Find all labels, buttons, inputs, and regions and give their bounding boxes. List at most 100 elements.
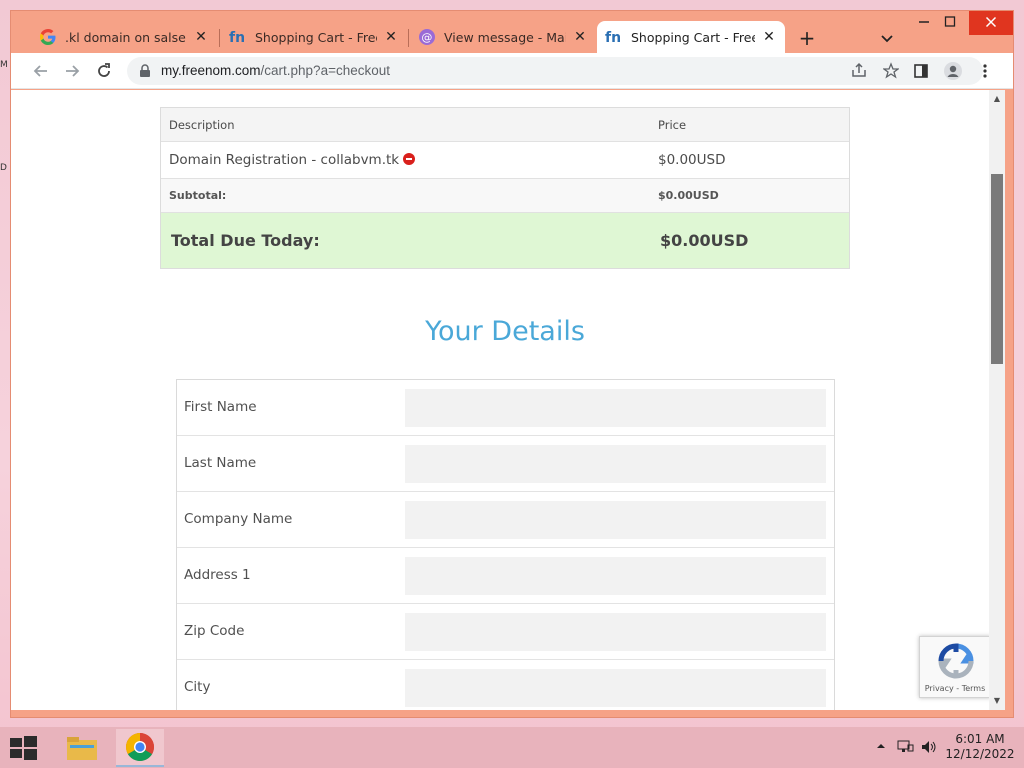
city-label: City <box>184 679 211 695</box>
taskbar-clock[interactable]: 6:01 AM 12/12/2022 <box>940 732 1020 762</box>
maximize-button[interactable] <box>933 11 967 35</box>
first-name-field[interactable] <box>405 389 826 427</box>
file-explorer-button[interactable] <box>58 729 106 767</box>
form-row-first-name: First Name <box>177 380 834 436</box>
recaptcha-privacy-terms[interactable]: Privacy - Terms <box>920 684 989 693</box>
tab-mailtm[interactable]: @ View message - Mail.tm ✕ <box>410 21 596 53</box>
close-tab-icon[interactable]: ✕ <box>761 29 777 45</box>
tab-strip: .kl domain on salse - Goo ✕ fn Shopping … <box>11 11 1013 53</box>
form-row-company-name: Company Name <box>177 492 834 548</box>
recaptcha-icon <box>938 643 974 679</box>
browser-toolbar: my.freenom.com/cart.php?a=checkout <box>11 53 1013 89</box>
last-name-field[interactable] <box>405 445 826 483</box>
table-header-row: Description Price <box>161 108 849 142</box>
close-tab-icon[interactable]: ✕ <box>572 29 588 45</box>
svg-text:fn: fn <box>605 30 621 46</box>
kebab-menu-icon <box>983 64 987 78</box>
item-description: Domain Registration - collabvm.tk <box>169 152 400 168</box>
tab-separator <box>408 29 409 47</box>
your-details-heading: Your Details <box>425 316 585 347</box>
close-tab-icon[interactable]: ✕ <box>193 29 209 45</box>
forward-button[interactable] <box>60 59 84 83</box>
share-icon <box>852 62 866 77</box>
total-value: $0.00USD <box>660 231 749 250</box>
side-panel-icon <box>914 64 928 78</box>
zip-code-label: Zip Code <box>184 623 245 639</box>
tab-freenom-cart-active[interactable]: fn Shopping Cart - Freenom ✕ <box>597 21 785 53</box>
address-bar[interactable]: my.freenom.com/cart.php?a=checkout <box>127 57 983 85</box>
address-1-field[interactable] <box>405 557 826 595</box>
tab-google-search[interactable]: .kl domain on salse - Goo ✕ <box>31 21 217 53</box>
folder-icon <box>67 737 97 760</box>
forward-arrow-icon <box>66 65 80 77</box>
desktop-edge-glyph: M <box>0 60 8 70</box>
reload-button[interactable] <box>92 59 116 83</box>
freenom-icon: fn <box>229 30 245 46</box>
tab-freenom-cart[interactable]: fn Shopping Cart - Freenom ✕ <box>221 21 407 53</box>
reload-icon <box>98 63 110 77</box>
column-header-description: Description <box>169 117 235 132</box>
url-text[interactable]: my.freenom.com/cart.php?a=checkout <box>161 63 390 78</box>
tab-separator <box>219 29 220 47</box>
cart-summary-table: Description Price Domain Registration - … <box>160 107 850 269</box>
close-tab-icon[interactable]: ✕ <box>383 29 399 45</box>
recaptcha-badge[interactable]: Privacy - Terms <box>919 636 989 698</box>
back-arrow-icon <box>33 65 47 77</box>
scroll-up-arrow-icon[interactable]: ▲ <box>989 92 1005 106</box>
new-tab-button[interactable]: + <box>795 27 819 51</box>
zip-code-field[interactable] <box>405 613 826 651</box>
windows-start-icon[interactable] <box>8 735 38 761</box>
form-row-zip-code: Zip Code <box>177 604 834 660</box>
clock-date: 12/12/2022 <box>945 747 1015 761</box>
taskbar: 6:01 AM 12/12/2022 <box>0 727 1024 768</box>
chrome-taskbar-button[interactable] <box>116 729 164 767</box>
company-name-field[interactable] <box>405 501 826 539</box>
subtotal-value: $0.00USD <box>658 189 719 202</box>
bookmark-button[interactable] <box>879 59 903 83</box>
close-window-button[interactable] <box>969 11 1013 35</box>
table-row: Domain Registration - collabvm.tk $0.00U… <box>161 142 849 179</box>
last-name-label: Last Name <box>184 455 257 471</box>
minimize-icon <box>919 21 929 23</box>
volume-icon[interactable] <box>920 739 938 758</box>
desktop-edge-glyph: D <box>0 163 7 173</box>
menu-button[interactable] <box>973 59 997 83</box>
share-button[interactable] <box>847 59 871 83</box>
form-row-last-name: Last Name <box>177 436 834 492</box>
form-row-address-1: Address 1 <box>177 548 834 604</box>
tab-title: Shopping Cart - Freenom <box>631 29 755 45</box>
chrome-icon <box>126 733 154 761</box>
form-row-city: City <box>177 660 834 710</box>
maximize-icon <box>944 16 956 27</box>
city-field[interactable] <box>405 669 826 707</box>
clock-time: 6:01 AM <box>955 732 1005 746</box>
remove-item-icon[interactable] <box>403 153 416 165</box>
google-icon <box>40 29 56 45</box>
page-scrollbar[interactable]: ▲ ▼ <box>989 90 1005 710</box>
total-label: Total Due Today: <box>171 231 320 250</box>
avatar-icon <box>944 62 962 80</box>
address-1-label: Address 1 <box>184 567 251 583</box>
close-icon <box>985 16 997 28</box>
svg-text:fn: fn <box>229 30 245 46</box>
item-description-cell: Domain Registration - collabvm.tk <box>161 152 658 168</box>
item-price: $0.00USD <box>658 152 726 168</box>
star-icon <box>882 62 900 79</box>
page-viewport: Description Price Domain Registration - … <box>11 90 989 710</box>
lock-icon[interactable] <box>139 64 151 78</box>
column-header-price: Price <box>658 117 687 132</box>
side-panel-button[interactable] <box>909 59 933 83</box>
chevron-down-icon <box>881 35 893 43</box>
first-name-label: First Name <box>184 399 257 415</box>
details-form: First Name Last Name Company Name Addres… <box>176 379 835 710</box>
total-row: Total Due Today: $0.00USD <box>161 213 849 268</box>
scrollbar-thumb[interactable] <box>991 174 1003 364</box>
tray-overflow-icon[interactable] <box>876 739 886 756</box>
back-button[interactable] <box>29 59 53 83</box>
tab-search-button[interactable] <box>875 27 899 51</box>
network-icon[interactable] <box>896 739 914 758</box>
url-path: /cart.php?a=checkout <box>260 63 390 78</box>
scroll-down-arrow-icon[interactable]: ▼ <box>989 694 1005 708</box>
profile-button[interactable] <box>941 59 965 83</box>
subtotal-label: Subtotal: <box>169 189 227 202</box>
